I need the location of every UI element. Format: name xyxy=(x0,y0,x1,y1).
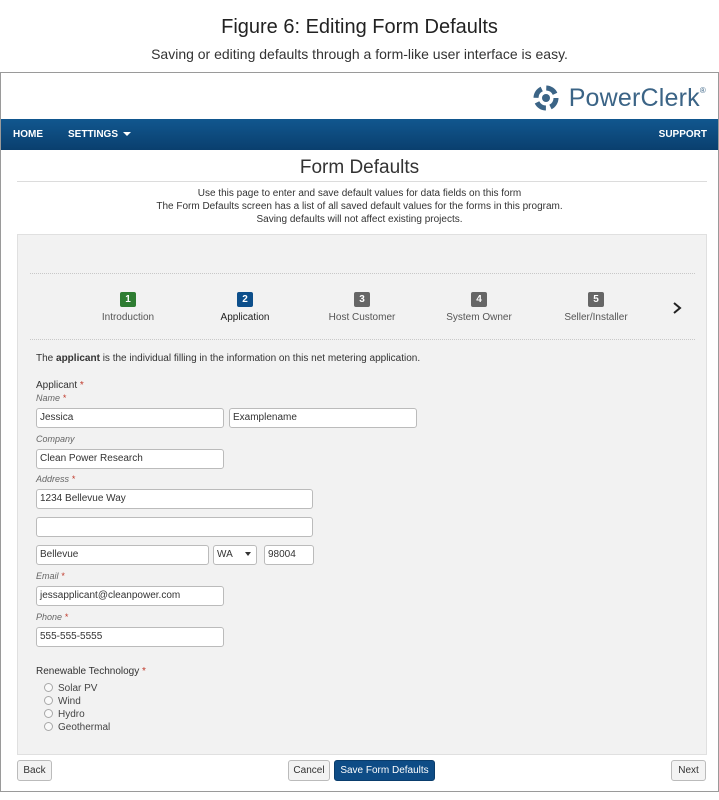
form-panel: 1 Introduction 2 Application 3 Host Cust… xyxy=(17,234,707,755)
state-select[interactable]: WA xyxy=(213,545,257,565)
radio-circle-icon xyxy=(44,709,53,718)
top-navbar: HOME SETTINGS SUPPORT xyxy=(1,119,718,150)
nav-home[interactable]: HOME xyxy=(13,119,43,150)
step-label: Introduction xyxy=(101,312,155,323)
step-number: 4 xyxy=(471,292,487,307)
title-divider xyxy=(17,181,707,182)
renewable-technology-label: Renewable Technology * xyxy=(36,666,146,677)
phone-input[interactable]: 555-555-5555 xyxy=(36,627,224,647)
nav-settings-label: SETTINGS xyxy=(68,129,119,140)
applicant-section-label: Applicant * xyxy=(36,380,84,391)
save-form-defaults-button[interactable]: Save Form Defaults xyxy=(334,760,435,781)
radio-hydro[interactable]: Hydro xyxy=(44,709,85,720)
radio-wind[interactable]: Wind xyxy=(44,696,81,707)
company-input[interactable]: Clean Power Research xyxy=(36,449,224,469)
step-label: System Owner xyxy=(446,312,512,323)
email-label: Email * xyxy=(36,571,65,581)
next-button[interactable]: Next xyxy=(671,760,706,781)
address-line2-input[interactable] xyxy=(36,517,313,537)
intro-line: Use this page to enter and save default … xyxy=(197,188,522,199)
chevron-down-icon xyxy=(245,552,251,556)
figure-subtitle: Saving or editing defaults through a for… xyxy=(151,46,568,62)
company-label: Company xyxy=(36,434,75,444)
intro-line: Saving defaults will not affect existing… xyxy=(256,214,463,225)
intro-line: The Form Defaults screen has a list of a… xyxy=(156,201,563,212)
address-label: Address * xyxy=(36,474,76,484)
chevron-right-icon[interactable] xyxy=(670,301,684,315)
first-name-input[interactable]: Jessica xyxy=(36,408,224,428)
nav-support[interactable]: SUPPORT xyxy=(659,119,707,150)
step-application[interactable]: 2 Application xyxy=(195,289,295,323)
email-input[interactable]: jessapplicant@cleanpower.com xyxy=(36,586,224,606)
step-system-owner[interactable]: 4 System Owner xyxy=(429,289,529,323)
step-label: Seller/Installer xyxy=(564,312,628,323)
radio-solar-pv[interactable]: Solar PV xyxy=(44,683,97,694)
divider xyxy=(30,273,695,274)
nav-settings[interactable]: SETTINGS xyxy=(68,119,132,150)
cancel-button[interactable]: Cancel xyxy=(288,760,330,781)
radio-circle-icon xyxy=(44,683,53,692)
step-number: 5 xyxy=(588,292,604,307)
last-name-input[interactable]: Examplename xyxy=(229,408,417,428)
radio-circle-icon xyxy=(44,696,53,705)
applicant-description: The applicant is the individual filling … xyxy=(36,353,421,364)
back-button[interactable]: Back xyxy=(17,760,52,781)
name-label: Name * xyxy=(36,393,67,403)
phone-label: Phone * xyxy=(36,612,69,622)
divider xyxy=(30,339,695,340)
powerclerk-logo-icon xyxy=(533,85,559,111)
step-number: 3 xyxy=(354,292,370,307)
step-introduction[interactable]: 1 Introduction xyxy=(78,289,178,323)
step-host-customer[interactable]: 3 Host Customer xyxy=(312,289,412,323)
chevron-down-icon xyxy=(123,132,132,137)
brand-name: PowerClerk® xyxy=(568,83,706,112)
step-seller-installer[interactable]: 5 Seller/Installer xyxy=(546,289,646,323)
step-label: Host Customer xyxy=(328,312,396,323)
brand-logo[interactable]: PowerClerk® xyxy=(530,81,706,115)
radio-circle-icon xyxy=(44,722,53,731)
page-title: Form Defaults xyxy=(299,157,420,178)
city-input[interactable]: Bellevue xyxy=(36,545,209,565)
step-label: Application xyxy=(220,312,270,323)
step-number: 1 xyxy=(120,292,136,307)
step-number: 2 xyxy=(237,292,253,307)
figure-title: Figure 6: Editing Form Defaults xyxy=(221,16,498,38)
address-line1-input[interactable]: 1234 Bellevue Way xyxy=(36,489,313,509)
state-select-value: WA xyxy=(217,549,233,560)
app-window: PowerClerk® HOME SETTINGS SUPPORT Form D… xyxy=(0,72,719,792)
zip-input[interactable]: 98004 xyxy=(264,545,314,565)
radio-geothermal[interactable]: Geothermal xyxy=(44,722,110,733)
